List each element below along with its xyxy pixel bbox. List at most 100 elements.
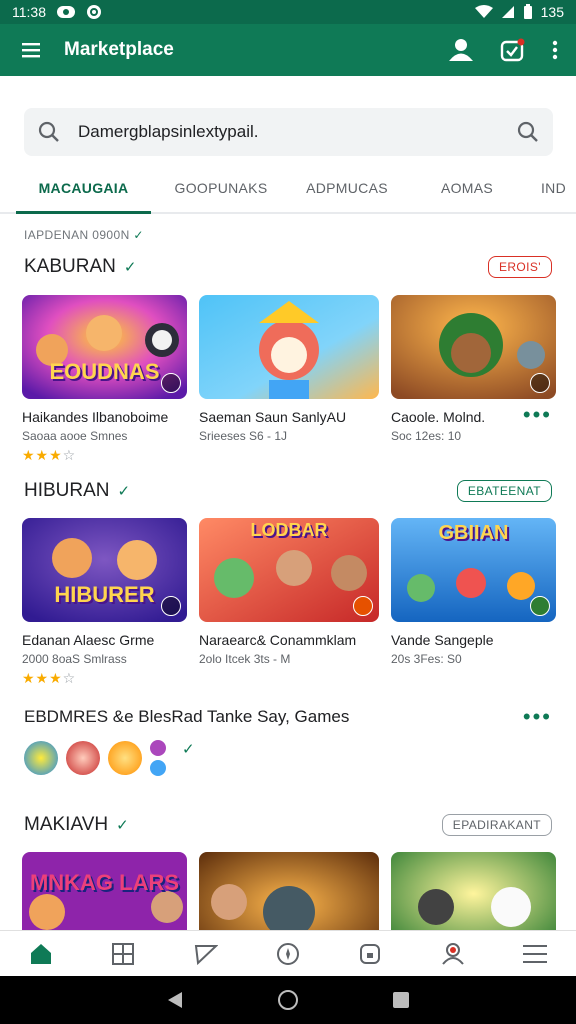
game-mini-icon[interactable]	[108, 741, 142, 775]
game-thumbnail: MNKAG LARS	[22, 852, 187, 930]
bottom-navigation	[0, 930, 576, 976]
card-row: EOUDNAS Haikandes Ilbanoboime Saoaa aooe…	[22, 295, 556, 464]
game-meta: 2000 8oaS Smlrass	[22, 652, 127, 666]
game-meta: Saoaa aooe Smnes	[22, 429, 128, 443]
account-icon[interactable]	[448, 38, 474, 62]
nav-home[interactable]	[21, 943, 61, 965]
game-mini-icon[interactable]	[66, 741, 100, 775]
notifications-badge-icon[interactable]	[500, 38, 526, 62]
game-art-label: LODBAR	[250, 520, 328, 540]
nav-categories[interactable]	[103, 942, 143, 965]
nav-library[interactable]	[350, 943, 390, 965]
home-circle-icon[interactable]	[277, 989, 299, 1011]
system-navigation	[0, 976, 576, 1024]
section-title: EBDMRES &e BlesRad Tanke Say, Games	[24, 707, 350, 726]
game-art-label: MNKAG LARS	[29, 870, 180, 895]
battery-level: 135	[540, 4, 564, 20]
game-art-label: GBIIAN	[438, 522, 509, 544]
game-title: Saeman Saun SanlyAU	[199, 409, 347, 425]
game-thumbnail	[199, 852, 379, 930]
nav-menu[interactable]	[515, 944, 555, 964]
play-badge-icon	[530, 596, 550, 616]
game-meta: 20s 3Fes: S0	[391, 652, 462, 666]
verified-check-icon: ✓	[117, 483, 131, 500]
play-badge-icon	[530, 373, 550, 393]
breadcrumb: IAPDENAN 0900N ✓	[24, 228, 144, 242]
section-action-button[interactable]: EROIS'	[487, 256, 552, 278]
search-bar[interactable]: Damergblapsinlextypail.	[24, 108, 553, 156]
game-card[interactable]: HIBURER Edanan Alaesc Grme 2000 8oaS Sml…	[22, 518, 187, 687]
menu-button[interactable]	[0, 42, 64, 58]
game-title: Edanan Alaesc Grme	[22, 632, 155, 648]
play-badge-icon	[161, 373, 181, 393]
game-card[interactable]	[391, 852, 556, 930]
section-action-button[interactable]: EBATEENAT	[456, 480, 552, 502]
game-card[interactable]: MNKAG LARS	[22, 852, 187, 930]
nav-profile[interactable]	[433, 942, 473, 966]
nav-explore[interactable]	[268, 942, 308, 966]
more-options-icon[interactable]: •••	[523, 706, 552, 728]
game-meta: Srieeses S6 - 1J	[199, 429, 288, 443]
status-time: 11:​38	[12, 4, 46, 20]
tab-ind[interactable]: IND	[531, 168, 576, 212]
section-title: KABURAN	[24, 256, 116, 277]
verified-check-icon: ✓	[182, 741, 195, 758]
mini-icon-stack	[150, 740, 166, 776]
rating-stars-icon: ★★★☆	[22, 670, 77, 686]
section-title: HIBURAN	[24, 480, 110, 501]
notification-icon	[87, 5, 101, 19]
main-content: IAPDENAN 0900N ✓ KABURAN ✓ EROIS' EOUDNA…	[0, 220, 576, 930]
nav-send[interactable]	[186, 943, 226, 965]
search-icon	[38, 121, 59, 142]
game-card[interactable]: LODBAR Naraearc& Conammklam 2olo Itcek 3…	[199, 518, 379, 687]
game-thumbnail: LODBAR	[199, 518, 379, 622]
rating-stars-icon: ★★★☆	[22, 447, 77, 463]
mini-icon-row: ✓	[24, 740, 195, 776]
hamburger-icon	[22, 43, 40, 58]
status-bar: 11:​38 135	[0, 0, 576, 24]
home-icon	[31, 943, 52, 964]
more-vert-icon[interactable]	[552, 40, 558, 60]
game-mini-icon[interactable]	[150, 760, 166, 776]
search-submit-icon[interactable]	[517, 121, 539, 143]
message-icon	[57, 6, 75, 18]
library-icon	[360, 943, 381, 964]
more-options-icon[interactable]: •••	[523, 404, 552, 426]
page-title: Marketplace	[64, 39, 174, 60]
game-thumbnail	[391, 295, 556, 399]
game-thumbnail	[391, 852, 556, 930]
search-input[interactable]: Damergblapsinlextypail.	[78, 122, 517, 142]
section-header: MAKIAVH ✓ EPADIRAKANT	[24, 810, 552, 840]
category-tabs: MACAUGAIA GOOPUNAKS ADPMUCAS AOMAS IND	[0, 168, 576, 214]
game-meta: Soc 12es: 10	[391, 429, 462, 443]
recents-icon[interactable]	[392, 991, 410, 1009]
profile-icon	[441, 942, 464, 965]
back-icon[interactable]	[166, 990, 184, 1010]
game-card[interactable]: GBIIAN Vande Sangeple 20s 3Fes: S0	[391, 518, 556, 687]
game-title: Naraearc& Conammklam	[199, 632, 357, 648]
game-thumbnail: EOUDNAS	[22, 295, 187, 399]
tab-goopunaks[interactable]: GOOPUNAKS	[151, 168, 291, 212]
tab-aomas[interactable]: AOMAS	[403, 168, 531, 212]
send-icon	[194, 944, 218, 965]
section-header: EBDMRES &e BlesRad Tanke Say, Games •••	[24, 702, 552, 732]
grid-icon	[112, 942, 135, 965]
game-card[interactable]: Saeman Saun SanlyAU Srieeses S6 - 1J	[199, 295, 379, 464]
game-card[interactable]: Caoole. Molnd. Soc 12es: 10	[391, 295, 556, 464]
wifi-icon	[474, 5, 493, 18]
section-action-button[interactable]: EPADIRAKANT	[441, 814, 552, 836]
card-row: MNKAG LARS	[22, 852, 556, 930]
verified-check-icon: ✓	[123, 259, 137, 276]
play-badge-icon	[161, 596, 181, 616]
tab-adpmucas[interactable]: ADPMUCAS	[291, 168, 403, 212]
tab-macaugaia[interactable]: MACAUGAIA	[16, 168, 151, 214]
verified-check-icon: ✓	[116, 817, 129, 834]
game-card[interactable]	[199, 852, 379, 930]
app-bar: Marketplace	[0, 24, 576, 76]
game-thumbnail: HIBURER	[22, 518, 187, 622]
game-mini-icon[interactable]	[24, 741, 58, 775]
signal-icon	[501, 6, 514, 18]
game-mini-icon[interactable]	[150, 740, 166, 756]
game-thumbnail: GBIIAN	[391, 518, 556, 622]
game-card[interactable]: EOUDNAS Haikandes Ilbanoboime Saoaa aooe…	[22, 295, 187, 464]
